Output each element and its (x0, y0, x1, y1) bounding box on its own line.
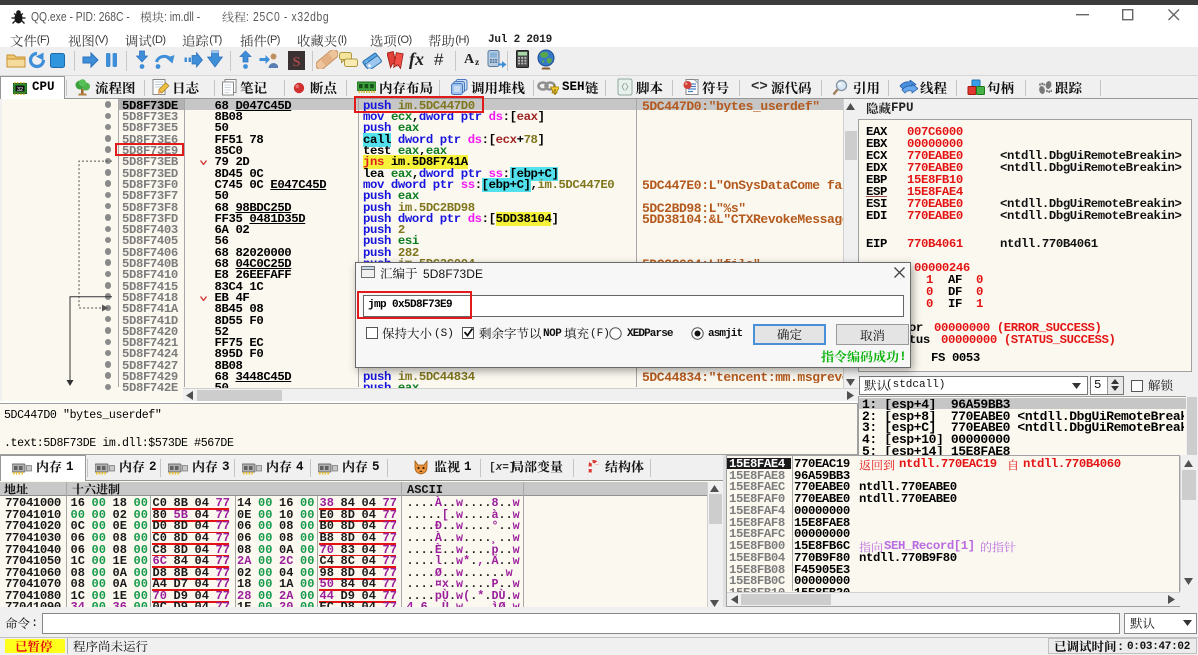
svg-text:32: 32 (17, 87, 23, 93)
svg-text:〈〉: 〈〉 (617, 83, 633, 92)
svg-text:!: ! (554, 89, 556, 95)
svg-text:S: S (293, 55, 301, 70)
